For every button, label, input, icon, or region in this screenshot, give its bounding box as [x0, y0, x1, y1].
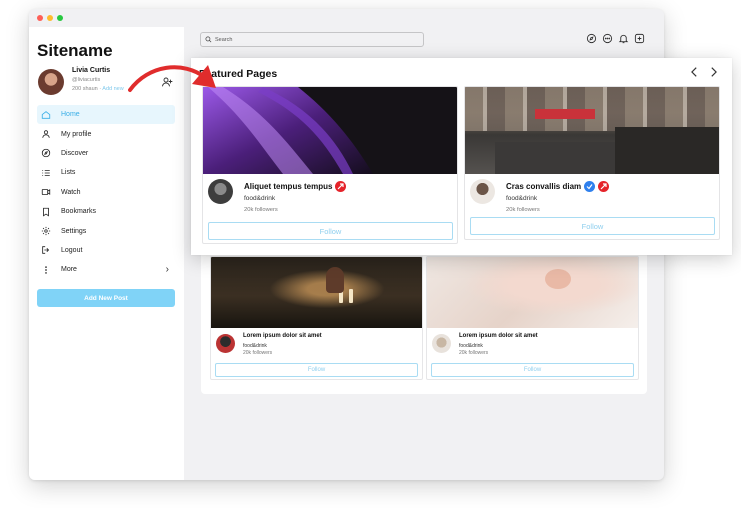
- profile-stats: 200 shaun · Add new: [72, 86, 124, 92]
- feed-card-image: [427, 257, 638, 328]
- user-icon: [41, 129, 51, 139]
- sidebar-item-discover[interactable]: Discover: [37, 144, 175, 163]
- feed-card-category: food&drink: [243, 343, 267, 349]
- title-bar: [29, 9, 664, 27]
- window-minimize-button[interactable]: [47, 15, 53, 21]
- feed-card-followers: 20k followers: [243, 350, 273, 356]
- more-icon: [41, 265, 51, 275]
- featured-card-followers: 20k followers: [244, 207, 278, 213]
- avatar[interactable]: [38, 69, 64, 95]
- logout-icon: [41, 245, 51, 255]
- featured-card-image: [465, 87, 719, 174]
- bookmark-icon: [41, 207, 51, 217]
- search-input[interactable]: Search: [200, 32, 424, 47]
- sidebar-item-label: My profile: [61, 130, 92, 138]
- feed: Lorem ipsum dolor sit amet food&drink 20…: [201, 244, 647, 394]
- featured-card-followers: 20k followers: [506, 207, 540, 213]
- follow-button[interactable]: Follow: [470, 217, 715, 235]
- avatar[interactable]: [216, 334, 235, 353]
- fire-badge-icon: [598, 181, 610, 192]
- sidebar-item-label: Logout: [61, 246, 83, 254]
- carousel-controls: [690, 66, 718, 78]
- chevron-left-icon[interactable]: [690, 66, 699, 78]
- follow-button[interactable]: Follow: [431, 363, 634, 377]
- feed-card: Lorem ipsum dolor sit amet food&drink 20…: [210, 256, 423, 380]
- sidebar-item-label: Home: [61, 111, 80, 119]
- pointer-arrow-icon: [128, 65, 216, 92]
- chat-icon[interactable]: [602, 33, 613, 44]
- gear-icon: [41, 226, 51, 236]
- featured-card: Aliquet tempus tempus food&drink 20k fol…: [202, 86, 458, 244]
- add-new-post-button[interactable]: Add New Post: [37, 289, 175, 307]
- featured-card-category: food&drink: [506, 195, 538, 202]
- avatar[interactable]: [432, 334, 451, 353]
- sidebar-item-bookmarks[interactable]: Bookmarks: [37, 202, 175, 221]
- featured-card-image: [203, 87, 457, 174]
- avatar[interactable]: [208, 179, 233, 204]
- featured-card: Cras convallis diam food&drink 20k follo…: [464, 86, 720, 240]
- feed-card-category: food&drink: [459, 343, 483, 349]
- follow-button[interactable]: Follow: [208, 222, 453, 240]
- featured-pages-panel: Featured Pages Aliquet tempus tempus foo…: [191, 58, 732, 255]
- feed-card-title[interactable]: Lorem ipsum dolor sit amet: [243, 333, 322, 339]
- abstract-image: [203, 87, 373, 174]
- sidebar-item-label: Discover: [61, 149, 89, 157]
- video-icon: [41, 187, 51, 197]
- list-icon: [41, 168, 51, 178]
- header-actions: [586, 33, 645, 44]
- search-placeholder: Search: [215, 36, 233, 43]
- feed-card-image: [211, 257, 422, 328]
- profile-stats-link[interactable]: Add new: [102, 86, 123, 92]
- feed-card-followers: 20k followers: [459, 350, 489, 356]
- sidebar-item-label: Lists: [61, 169, 76, 177]
- home-icon: [41, 110, 51, 120]
- search-icon: [205, 36, 212, 43]
- chevron-right-icon: ›: [165, 264, 169, 276]
- featured-card-title-text: Aliquet tempus tempus: [244, 182, 333, 191]
- feed-card-title[interactable]: Lorem ipsum dolor sit amet: [459, 333, 538, 339]
- compass-icon[interactable]: [586, 33, 597, 44]
- sidebar-item-label: Bookmarks: [61, 208, 97, 216]
- featured-card-title[interactable]: Cras convallis diam: [506, 181, 610, 192]
- featured-card-title-text: Cras convallis diam: [506, 182, 582, 191]
- sidebar-nav: Home My profile Discover Lists Watch Boo…: [37, 105, 175, 280]
- sidebar-item-my-profile[interactable]: My profile: [37, 124, 175, 143]
- sidebar-item-settings[interactable]: Settings: [37, 221, 175, 240]
- profile-name: Livia Curtis: [72, 67, 111, 74]
- feed-card: Lorem ipsum dolor sit amet food&drink 20…: [426, 256, 639, 380]
- sidebar-item-more[interactable]: More ›: [37, 260, 175, 279]
- sidebar-item-lists[interactable]: Lists: [37, 163, 175, 182]
- avatar[interactable]: [470, 179, 495, 204]
- featured-card-title[interactable]: Aliquet tempus tempus: [244, 181, 347, 192]
- window-close-button[interactable]: [37, 15, 43, 21]
- site-name: Sitename: [37, 41, 113, 60]
- profile-handle: @liviacurtis: [72, 77, 101, 83]
- add-square-icon[interactable]: [634, 33, 645, 44]
- sidebar-item-label: Settings: [61, 227, 87, 235]
- verified-badge-icon: [584, 181, 596, 192]
- sidebar-item-logout[interactable]: Logout: [37, 241, 175, 260]
- sidebar-item-watch[interactable]: Watch: [37, 183, 175, 202]
- featured-card-category: food&drink: [244, 195, 276, 202]
- compass-icon: [41, 148, 51, 158]
- fire-badge-icon: [335, 181, 347, 192]
- window-zoom-button[interactable]: [57, 15, 63, 21]
- chevron-right-icon[interactable]: [709, 66, 718, 78]
- sidebar-item-label: Watch: [61, 188, 81, 196]
- follow-button[interactable]: Follow: [215, 363, 418, 377]
- profile-stats-text: 200 shaun: [72, 86, 98, 92]
- bell-icon[interactable]: [618, 33, 629, 44]
- sidebar-item-label: More: [61, 266, 77, 274]
